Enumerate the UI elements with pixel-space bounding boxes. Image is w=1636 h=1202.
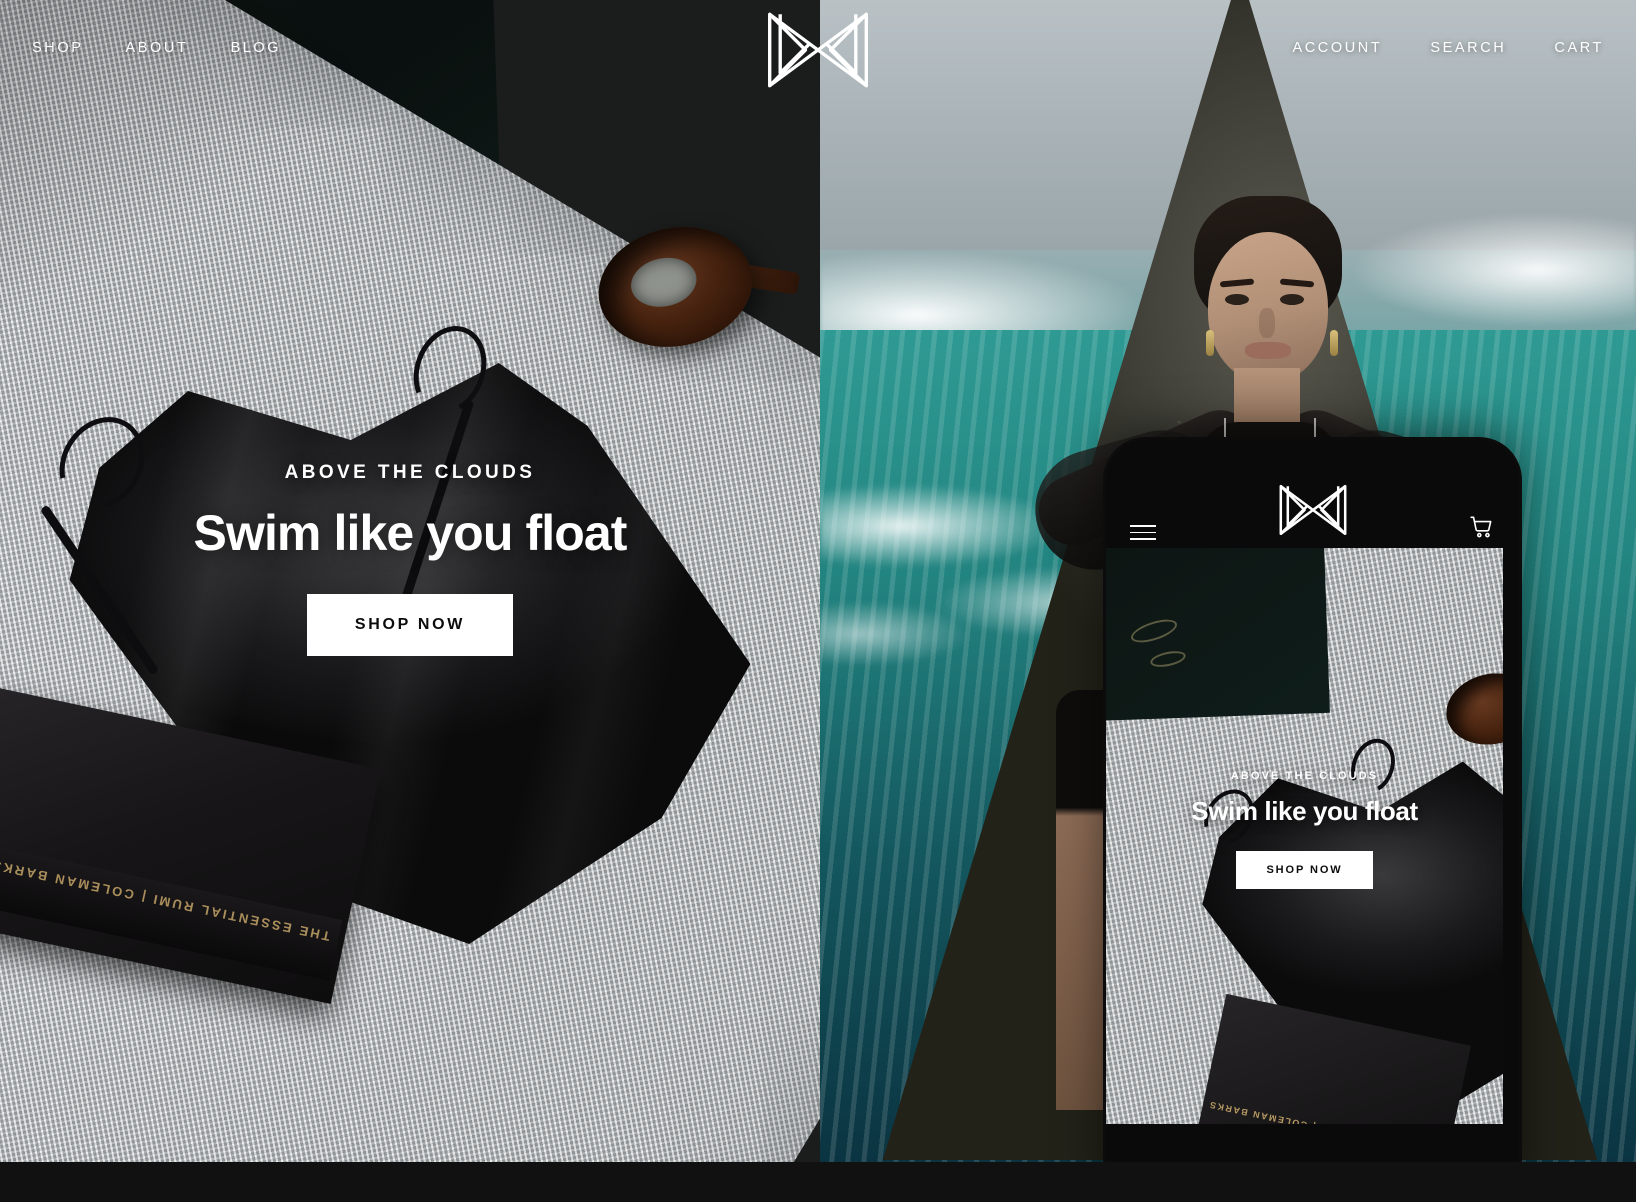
model-eye <box>1225 294 1249 305</box>
mobile-hero-content: ABOVE THE CLOUDS Swim like you float SHO… <box>1106 770 1503 889</box>
hero-content: ABOVE THE CLOUDS Swim like you float SHO… <box>0 462 820 656</box>
nav-link-blog[interactable]: BLOG <box>230 40 281 56</box>
hamburger-bar <box>1130 538 1156 540</box>
nav-link-about[interactable]: ABOUT <box>126 40 189 56</box>
hamburger-bar <box>1130 525 1156 527</box>
mobile-preview-device: THE ESSENTIAL RUMI | COLEMAN BARKS <box>1106 440 1519 1202</box>
model-lips <box>1245 342 1291 359</box>
nav-link-account[interactable]: ACCOUNT <box>1292 40 1382 56</box>
hamburger-menu-icon[interactable] <box>1130 525 1156 540</box>
model-face <box>1208 232 1328 382</box>
utility-nav-group: ACCOUNT SEARCH CART <box>1292 40 1604 56</box>
model-earring <box>1330 330 1338 356</box>
nav-link-search[interactable]: SEARCH <box>1430 40 1506 56</box>
hero-eyebrow: ABOVE THE CLOUDS <box>284 462 536 483</box>
model-nose <box>1259 308 1275 338</box>
mobile-hero-headline: Swim like you float <box>1191 796 1418 826</box>
mobile-hero-eyebrow: ABOVE THE CLOUDS <box>1230 770 1379 782</box>
shop-now-button[interactable]: SHOP NOW <box>306 594 514 656</box>
mobile-top-bar <box>1106 440 1519 558</box>
hamburger-bar <box>1130 531 1156 534</box>
footer-bar <box>0 1162 1636 1202</box>
primary-nav-group: SHOP ABOUT BLOG <box>32 40 281 56</box>
nav-link-shop[interactable]: SHOP <box>32 40 84 56</box>
mobile-shop-now-button[interactable]: SHOP NOW <box>1236 851 1373 889</box>
nav-link-cart[interactable]: CART <box>1554 40 1604 56</box>
shopping-cart-icon[interactable] <box>1469 514 1495 540</box>
page-root: THE ESSENTIAL RUMI | COLEMAN BARKS SHOP … <box>0 0 1636 1202</box>
model-earring <box>1206 330 1214 356</box>
top-navigation: SHOP ABOUT BLOG ACCOUNT SEARCH CART <box>0 0 1636 96</box>
model-eye <box>1280 294 1304 305</box>
hero-headline: Swim like you float <box>193 505 628 561</box>
mobile-brand-logo-icon[interactable] <box>1271 480 1355 540</box>
